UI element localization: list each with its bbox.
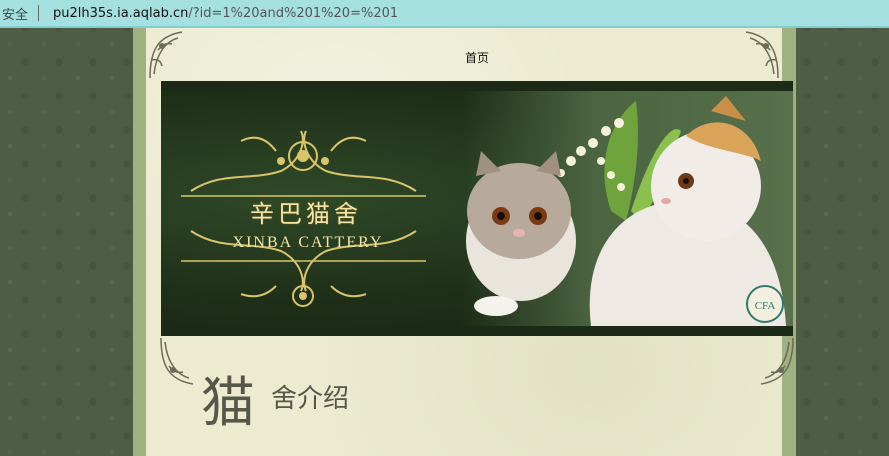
url-path[interactable]: /?id=1%20and%201%20=%201 [188,6,398,21]
security-label[interactable]: 安全 [0,4,28,23]
address-bar[interactable]: 安全 pu2lh35s.ia.aqlab.cn /?id=1%20and%201… [0,0,889,28]
logo-title-english: XINBA CATTERY [232,234,384,251]
cfa-badge-text: CFA [755,300,776,312]
banner-image: 辛巴猫舍 XINBA CATTERY CFA [161,81,793,336]
corner-ornament-top-left [148,30,184,80]
cfa-badge-icon: CFA [746,285,784,323]
corner-ornament-bottom-right [759,336,795,386]
nav-home-link[interactable]: 首页 [465,49,489,66]
url-host[interactable]: pu2lh35s.ia.aqlab.cn [53,6,188,21]
corner-ornament-bottom-left [159,336,195,386]
cats-illustration [466,96,786,326]
corner-ornament-top-right [744,30,780,80]
section-heading-big-char: 猫 [201,371,255,434]
logo-title-chinese: 辛巴猫舍 [250,200,362,228]
section-heading-rest: 舍介绍 [271,384,350,414]
paper-background: 首页 辛巴猫舍 XINBA CATTERY CFA 猫 舍介绍 [146,28,794,456]
page-column: 首页 辛巴猫舍 XINBA CATTERY CFA 猫 舍介绍 [133,28,796,456]
address-separator [38,5,40,21]
